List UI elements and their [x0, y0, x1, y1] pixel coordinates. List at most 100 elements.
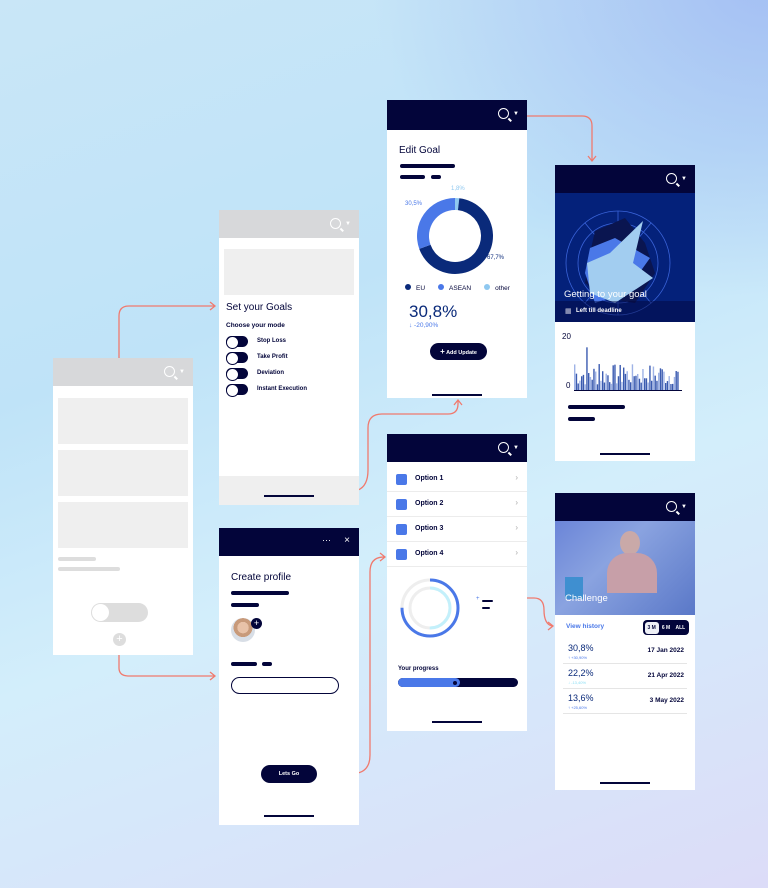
bar: [666, 381, 669, 390]
search-icon[interactable]: [330, 218, 341, 229]
range-option[interactable]: 3 M: [644, 621, 659, 634]
chevron-down-icon[interactable]: ▼: [513, 445, 519, 451]
bar: [659, 368, 662, 390]
search-icon[interactable]: [164, 366, 175, 377]
label-asean: 30,5%: [405, 201, 423, 207]
mode-label: Instant Execution: [257, 386, 308, 392]
person-head: [620, 531, 640, 555]
chevron-down-icon[interactable]: ▼: [345, 221, 351, 227]
chevron-down-icon[interactable]: ▼: [513, 111, 519, 117]
checkbox[interactable]: [396, 524, 407, 535]
bar: [672, 383, 674, 390]
range-option[interactable]: ALL: [673, 622, 687, 634]
bar: [614, 364, 616, 390]
bar: [637, 373, 639, 390]
name-input[interactable]: [231, 677, 339, 694]
bar: [631, 364, 634, 390]
bar: [577, 383, 579, 390]
header: ▼: [555, 165, 695, 193]
option-label: Option 4: [415, 550, 444, 557]
option-item[interactable]: Option 1 ›: [387, 467, 527, 492]
row-value: 13,6%: [568, 693, 594, 703]
goal-progress-screen: ▼ Getting to your goal ▦ Left till deadl…: [555, 165, 695, 461]
bar: [647, 382, 649, 390]
mode-toggle[interactable]: [226, 384, 248, 397]
checkbox[interactable]: [396, 549, 407, 560]
wireframe-screen: ▼ +: [53, 358, 193, 655]
deadline-strip: ▦ Left till deadline: [555, 301, 695, 322]
bar: [658, 372, 660, 390]
y-max-label: 20: [562, 332, 571, 341]
header: ▼: [219, 210, 359, 238]
add-photo-icon[interactable]: +: [251, 618, 262, 629]
search-icon[interactable]: [498, 442, 509, 453]
progress-rings: [400, 578, 460, 638]
range-selector[interactable]: 3 M6 M ALL: [643, 620, 689, 635]
label-eu: 67,7%: [487, 255, 505, 261]
toggle-placeholder[interactable]: [91, 603, 148, 622]
option-item[interactable]: Option 2 ›: [387, 492, 527, 517]
close-icon[interactable]: ×: [344, 535, 350, 546]
search-icon[interactable]: [498, 108, 509, 119]
home-indicator: [600, 453, 650, 455]
bar: [600, 380, 602, 390]
search-icon[interactable]: [666, 173, 677, 184]
add-icon[interactable]: +: [113, 633, 126, 646]
bar: [675, 371, 677, 390]
edit-goal-screen: ▼ Edit Goal 1,8% 67,7% 30,5% EU ASEAN ot…: [387, 100, 527, 398]
challenge-photo: Challenge: [555, 521, 695, 615]
bar: [582, 374, 585, 390]
progress-handle[interactable]: [453, 680, 458, 685]
checkbox[interactable]: [396, 474, 407, 485]
progress-bar[interactable]: [398, 678, 518, 687]
lets-go-button[interactable]: Lets Go: [261, 765, 317, 783]
add-update-button[interactable]: + Add Update: [430, 343, 487, 360]
bar: [593, 368, 595, 390]
bar: [605, 373, 607, 390]
donut-chart: [417, 198, 493, 274]
deadline-label: Left till deadline: [576, 308, 622, 314]
option-label: Option 1: [415, 475, 444, 482]
bar: [645, 378, 648, 390]
bar: [628, 379, 630, 390]
bar: [609, 382, 611, 390]
chevron-down-icon[interactable]: ▼: [681, 176, 687, 182]
mode-toggle[interactable]: [226, 368, 248, 381]
goal-change: ↓ -20,90%: [409, 322, 439, 329]
bar: [626, 371, 628, 390]
bar: [596, 384, 599, 390]
text-line: [568, 405, 625, 409]
bar: [633, 376, 635, 390]
calendar-icon: ▦: [565, 308, 572, 315]
option-item[interactable]: Option 4 ›: [387, 542, 527, 567]
bar: [656, 380, 658, 390]
history-row[interactable]: 22,2% ↓ -13,40% 21 Apr 2022: [563, 664, 687, 689]
range-option[interactable]: 6 M: [659, 622, 673, 634]
legend-line: [482, 607, 490, 609]
create-profile-screen: ··· × Create profile + Lets Go: [219, 528, 359, 825]
option-item[interactable]: Option 3 ›: [387, 517, 527, 542]
bar: [588, 373, 590, 390]
chevron-down-icon[interactable]: ▼: [681, 504, 687, 510]
more-horizontal-icon[interactable]: ···: [322, 535, 331, 545]
legend-other: other: [484, 284, 510, 292]
row-change: ↑ +25,60%: [568, 705, 588, 710]
view-history-link[interactable]: View history: [566, 623, 604, 630]
header: ▼: [53, 358, 193, 386]
bar: [677, 371, 679, 390]
search-icon[interactable]: [666, 501, 677, 512]
mode-label: Take Profit: [257, 354, 288, 360]
bar: [610, 383, 613, 390]
row-date: 21 Apr 2022: [647, 672, 684, 679]
chevron-down-icon[interactable]: ▼: [179, 369, 185, 375]
add-update-label: Add Update: [446, 350, 477, 356]
mode-toggle[interactable]: [226, 352, 248, 365]
history-row[interactable]: 13,6% ↑ +25,60% 3 May 2022: [563, 689, 687, 714]
legend-asean: ASEAN: [438, 284, 471, 292]
checkbox[interactable]: [396, 499, 407, 510]
legend-line: [482, 600, 493, 602]
hero-title: Challenge: [565, 593, 608, 604]
mode-toggle[interactable]: [226, 336, 248, 349]
bar-chart: [574, 347, 682, 391]
history-row[interactable]: 30,8% ↑ +30,90% 17 Jan 2022: [563, 639, 687, 664]
